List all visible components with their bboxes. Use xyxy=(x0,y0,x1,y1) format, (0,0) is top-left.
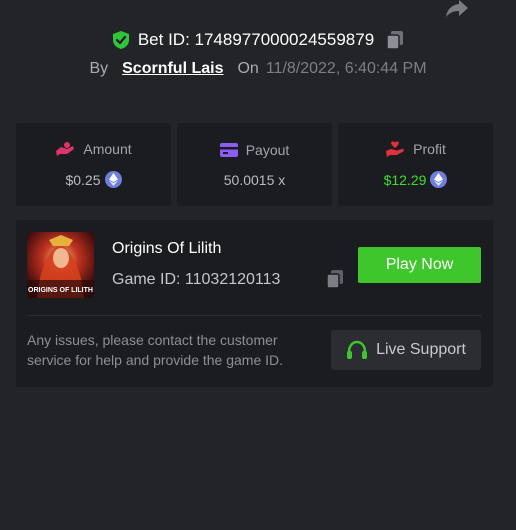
copy-game-id-button[interactable] xyxy=(326,269,344,294)
hand-coin-icon xyxy=(56,142,75,156)
divider xyxy=(27,315,482,316)
eth-icon xyxy=(104,171,122,188)
copy-bet-id-button[interactable] xyxy=(386,30,404,50)
game-thumbnail[interactable]: ORIGINS OF LILITH xyxy=(27,232,94,298)
username-link[interactable]: Scornful Lais xyxy=(122,60,223,78)
headphones-icon xyxy=(347,340,368,359)
game-title[interactable]: Origins Of Lilith xyxy=(112,240,221,258)
stat-amount: Amount $0.25 xyxy=(16,123,171,206)
shield-check-icon xyxy=(112,31,129,49)
support-notice: Any issues, please contact the customer … xyxy=(27,332,284,368)
stat-amount-value: $0.25 xyxy=(65,171,101,188)
share-icon xyxy=(446,0,468,17)
stat-amount-label: Amount xyxy=(83,141,132,157)
hand-heart-icon xyxy=(386,141,405,157)
live-support-button[interactable]: Live Support xyxy=(331,330,481,370)
bet-id-text: Bet ID: 1748977000024559879 xyxy=(137,30,375,49)
copy-icon xyxy=(386,31,404,50)
stat-profit: Profit $12.29 xyxy=(338,123,493,206)
game-card: ORIGINS OF LILITH Origins Of Lilith Game… xyxy=(16,220,493,387)
card-icon xyxy=(219,142,238,157)
bet-datetime: 11/8/2022, 6:40:44 PM xyxy=(265,60,427,77)
stat-payout: Payout 50.0015 x xyxy=(177,123,332,206)
copy-icon xyxy=(326,270,343,289)
stat-profit-label: Profit xyxy=(413,141,446,157)
live-support-label: Live Support xyxy=(376,341,466,358)
on-label: On xyxy=(237,60,259,77)
play-now-button[interactable]: Play Now xyxy=(358,247,481,283)
thumb-caption: ORIGINS OF LILITH xyxy=(28,287,93,294)
bet-stats: Amount $0.25 Payout 50.0015 x Profit $12… xyxy=(16,123,493,206)
stat-payout-label: Payout xyxy=(245,141,290,158)
bet-meta-row: By Scornful Lais On 11/8/2022, 6:40:44 P… xyxy=(0,60,516,78)
stat-payout-value: 50.0015 x xyxy=(223,171,286,188)
bet-id-row: Bet ID: 1748977000024559879 xyxy=(0,30,516,50)
eth-icon xyxy=(430,171,448,188)
by-label: By xyxy=(89,60,109,77)
stat-profit-value: $12.29 xyxy=(383,171,427,188)
game-id: Game ID: 11032120113 xyxy=(112,271,281,288)
share-button[interactable] xyxy=(443,0,471,20)
